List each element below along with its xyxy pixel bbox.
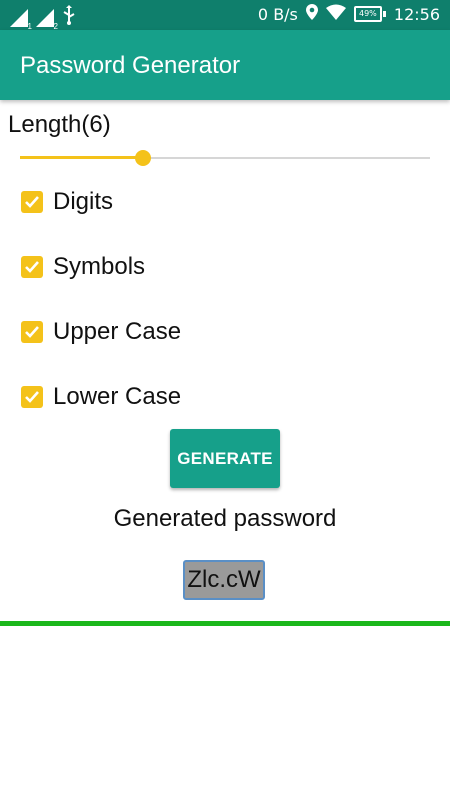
battery-icon: 49% [353,6,386,22]
check-icon [25,196,39,208]
upper-case-checkbox[interactable] [21,321,43,343]
location-icon [305,4,318,24]
upper-case-label: Upper Case [53,318,182,345]
signal-icon: 1 [10,8,32,31]
slider-thumb[interactable] [135,150,151,166]
slider-fill [20,156,143,159]
signal-icon: 2 [36,8,58,31]
wifi-icon [325,4,346,24]
option-upper-case[interactable]: Upper Case [21,317,181,347]
generate-button[interactable]: GENERATE [170,429,280,488]
check-icon [25,326,39,338]
option-digits[interactable]: Digits [21,187,113,217]
check-icon [25,391,39,403]
app-bar: Password Generator [0,30,450,100]
lower-case-label: Lower Case [53,383,182,410]
option-symbols[interactable]: Symbols [21,252,145,282]
usb-icon [62,5,76,30]
network-speed: 0 B/s [257,4,298,24]
option-lower-case[interactable]: Lower Case [21,382,181,412]
divider-line [0,621,450,626]
symbols-label: Symbols [53,253,146,280]
app-title: Password Generator [20,52,241,79]
digits-label: Digits [53,188,114,215]
generated-password-caption: Generated password [113,505,337,532]
battery-percent: 49% [353,6,382,22]
lower-case-checkbox[interactable] [21,386,43,408]
digits-checkbox[interactable] [21,191,43,213]
symbols-checkbox[interactable] [21,256,43,278]
length-slider[interactable] [20,148,430,168]
generated-password-field[interactable]: Zlc.cW [183,560,265,600]
status-bar: 1 2 0 B/s 49% 12:56 [0,0,450,31]
clock: 12:56 [393,4,440,24]
length-label: Length(6) [8,111,111,138]
check-icon [25,261,39,273]
